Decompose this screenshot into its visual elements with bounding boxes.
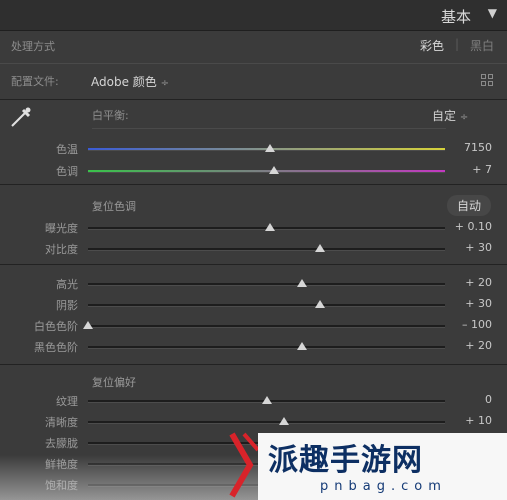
profile-dropdown[interactable]: Adobe 颜色 ÷ bbox=[91, 73, 169, 90]
slider-value[interactable]: + 20 bbox=[442, 339, 492, 352]
wb-dropdown-arrow: ÷ bbox=[459, 112, 469, 123]
watermark-title: 派趣手游网 bbox=[268, 443, 423, 478]
slider-thumb[interactable] bbox=[265, 144, 276, 152]
slider-thumb[interactable] bbox=[297, 279, 308, 287]
slider-label: 清晰度 bbox=[45, 416, 78, 429]
grid-icon[interactable] bbox=[481, 74, 493, 86]
slider-value[interactable]: + 10 bbox=[442, 414, 492, 427]
slider-label: 黑色色阶 bbox=[34, 341, 78, 354]
treatment-label: 处理方式 bbox=[11, 40, 55, 53]
profile-dropdown-arrow: ÷ bbox=[160, 78, 169, 89]
slider-thumb[interactable] bbox=[315, 300, 326, 308]
slider-thumb[interactable] bbox=[315, 244, 326, 252]
slider-label: 去朦胧 bbox=[45, 437, 78, 450]
slider-label: 高光 bbox=[56, 278, 78, 291]
slider-track[interactable] bbox=[88, 346, 445, 349]
slider-track[interactable] bbox=[88, 325, 445, 328]
bottom-fade bbox=[0, 455, 258, 500]
slider-thumb[interactable] bbox=[268, 166, 279, 174]
eyedropper-icon[interactable] bbox=[8, 104, 34, 134]
divider bbox=[0, 63, 507, 64]
panel-title: 基本 bbox=[440, 8, 471, 26]
slider-track[interactable] bbox=[88, 170, 445, 173]
slider-thumb[interactable] bbox=[297, 342, 308, 350]
divider bbox=[0, 264, 507, 265]
triangle-down-icon[interactable]: ▼ bbox=[488, 6, 497, 20]
slider-value[interactable]: + 0.10 bbox=[442, 220, 492, 233]
watermark-subtitle: pnbag.com bbox=[320, 479, 447, 494]
divider bbox=[0, 99, 507, 100]
slider-thumb[interactable] bbox=[83, 321, 93, 329]
slider-label: 阴影 bbox=[56, 299, 78, 312]
slider-value[interactable]: + 30 bbox=[442, 297, 492, 310]
slider-thumb[interactable] bbox=[261, 396, 272, 404]
slider-thumb[interactable] bbox=[279, 417, 290, 425]
reset-tone-link[interactable]: 复位色调 bbox=[92, 198, 136, 214]
auto-tone-button[interactable]: 自动 bbox=[447, 195, 492, 216]
slider-label: 色温 bbox=[56, 143, 78, 156]
slider-label: 色调 bbox=[56, 165, 78, 178]
slider-value[interactable]: 0 bbox=[442, 393, 492, 406]
slider-label: 对比度 bbox=[45, 243, 78, 256]
divider bbox=[0, 184, 507, 185]
reset-presence-link[interactable]: 复位偏好 bbox=[92, 374, 136, 390]
wb-dropdown[interactable]: 自定 ÷ bbox=[432, 107, 468, 124]
slider-track[interactable] bbox=[88, 283, 445, 286]
profile-label: 配置文件: bbox=[11, 75, 59, 88]
wb-label: 白平衡: bbox=[92, 109, 129, 122]
slider-label: 白色色阶 bbox=[34, 320, 78, 333]
wb-underline bbox=[92, 128, 446, 129]
slider-thumb[interactable] bbox=[265, 223, 276, 231]
slider-value[interactable]: + 30 bbox=[442, 241, 492, 254]
watermark-banner: 派趣手游网 pnbag.com bbox=[258, 433, 507, 500]
slider-track[interactable] bbox=[88, 304, 445, 307]
slider-value[interactable]: – 100 bbox=[442, 318, 492, 331]
watermark-logo-mark bbox=[229, 432, 260, 498]
slider-label: 纹理 bbox=[56, 395, 78, 408]
panel-header[interactable]: 基本 ▼ bbox=[0, 0, 507, 31]
slider-track[interactable] bbox=[88, 421, 445, 424]
slider-value[interactable]: + 7 bbox=[442, 163, 492, 176]
divider bbox=[0, 364, 507, 365]
treatment-bw-option[interactable]: 黑白 bbox=[470, 37, 494, 54]
slider-label: 曝光度 bbox=[45, 222, 78, 235]
slider-track[interactable] bbox=[88, 248, 445, 251]
treatment-color-option[interactable]: 彩色 bbox=[420, 37, 444, 54]
treatment-separator: | bbox=[455, 37, 460, 51]
profile-value: Adobe 颜色 bbox=[91, 75, 157, 89]
slider-value[interactable]: 7150 bbox=[442, 141, 492, 154]
wb-value: 自定 bbox=[432, 109, 457, 123]
slider-value[interactable]: + 20 bbox=[442, 276, 492, 289]
